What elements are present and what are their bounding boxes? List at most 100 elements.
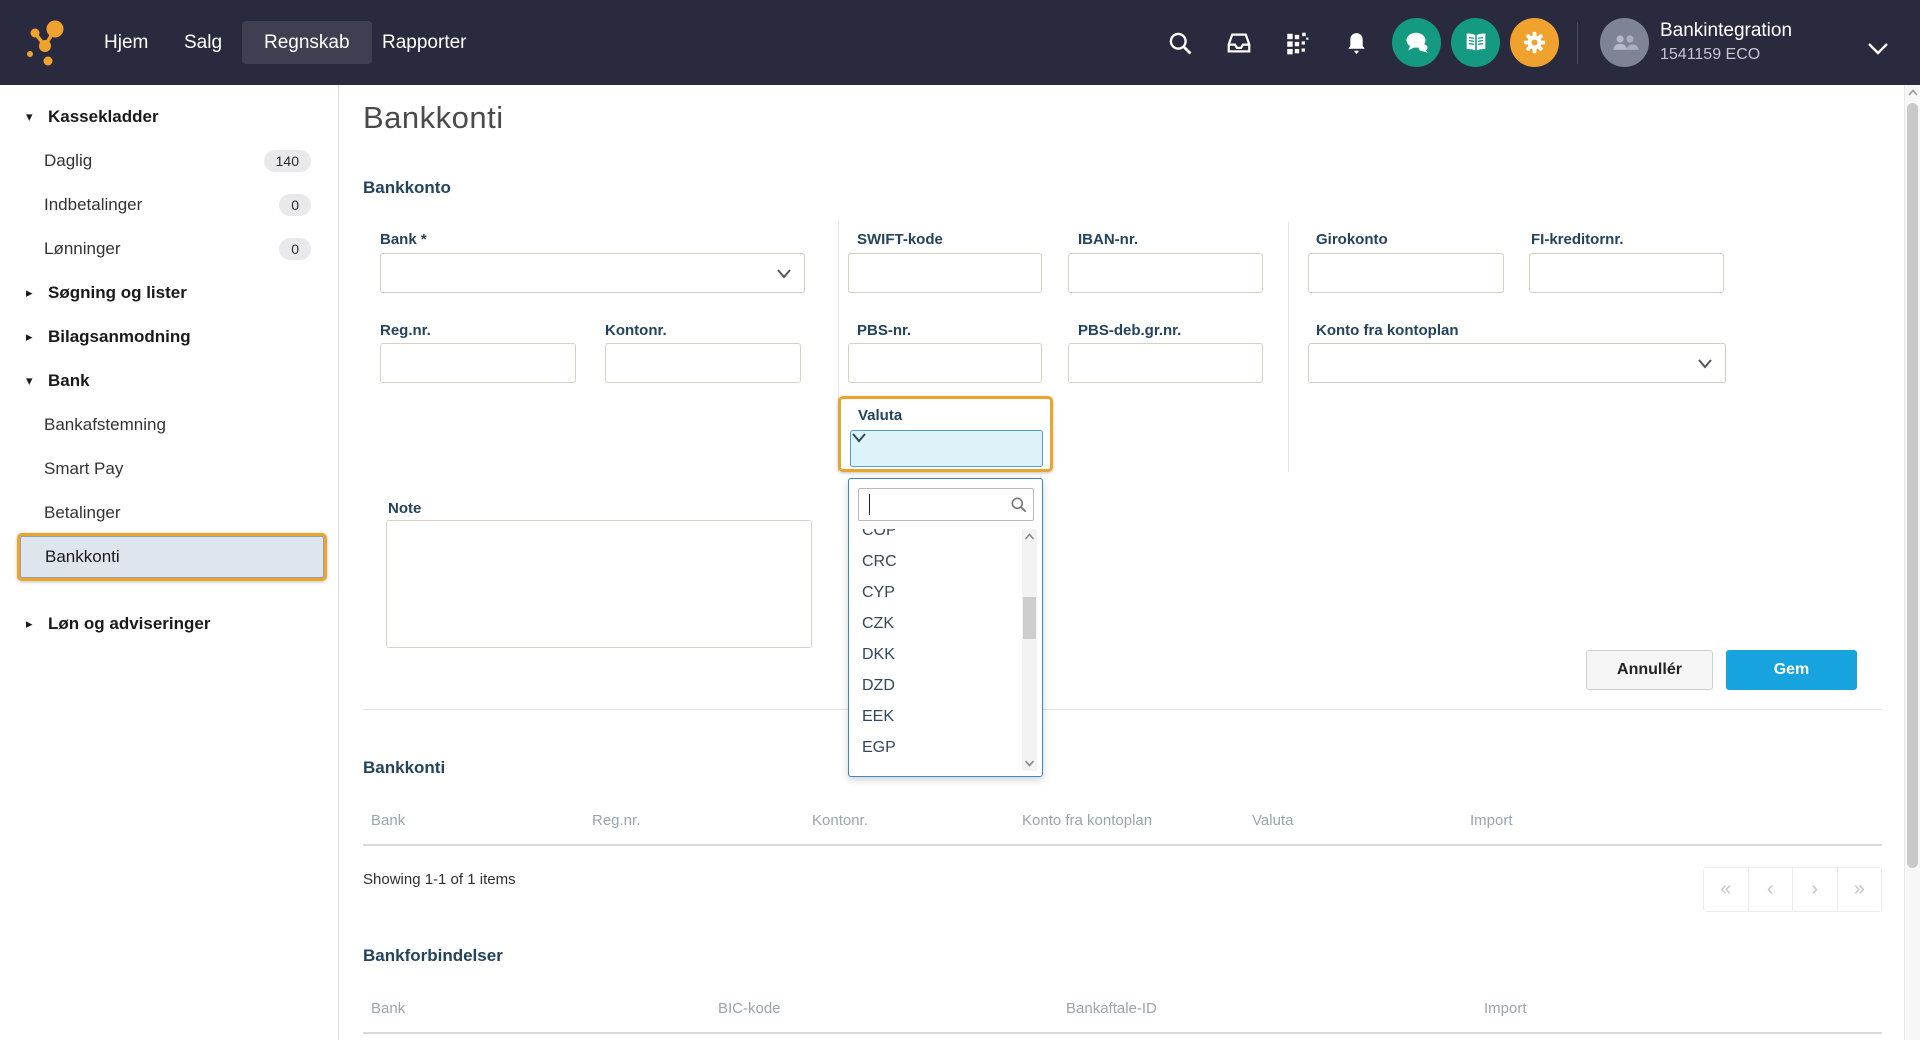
col-header-konto-fra-kontoplan: Konto fra kontoplan xyxy=(1022,812,1152,829)
sidebar-item-betalinger[interactable]: Betalinger xyxy=(0,491,339,535)
currency-option[interactable]: CZK xyxy=(850,608,1022,639)
valuta-select[interactable] xyxy=(850,430,1043,467)
pagination-last-button[interactable]: » xyxy=(1838,868,1882,911)
save-button[interactable]: Gem xyxy=(1726,650,1857,690)
valuta-search-input[interactable] xyxy=(858,488,1034,521)
triangle-collapsed-icon: ▸ xyxy=(26,285,42,301)
sidebar-group-sogning-og-lister[interactable]: ▸ Søgning og lister xyxy=(0,271,339,315)
konto-fra-kontoplan-select[interactable] xyxy=(1308,343,1726,383)
section-title-bankkonto: Bankkonto xyxy=(363,178,451,198)
nav-item-hjem[interactable]: Hjem xyxy=(100,0,152,85)
sidebar-group-bank[interactable]: ▾ Bank xyxy=(0,359,339,403)
chevron-down-icon xyxy=(1697,357,1713,375)
chevron-down-icon xyxy=(776,267,792,285)
reg-nr-input[interactable] xyxy=(380,343,576,383)
currency-option[interactable]: COP xyxy=(850,529,1022,546)
logo-molecule-icon xyxy=(22,18,70,68)
badge-count: 140 xyxy=(264,150,311,172)
showing-items-text: Showing 1-1 of 1 items xyxy=(363,871,516,888)
settings-gear-icon[interactable] xyxy=(1510,18,1559,67)
avatar[interactable] xyxy=(1600,18,1649,67)
kontonr-input[interactable] xyxy=(605,343,801,383)
scrollbar-thumb[interactable] xyxy=(1907,103,1918,868)
inbox-icon[interactable] xyxy=(1224,28,1254,58)
col-header-bank: Bank xyxy=(371,1000,405,1017)
section-title-bankforbindelser: Bankforbindelser xyxy=(363,946,503,966)
label-note: Note xyxy=(388,500,421,517)
scrollbar-thumb[interactable] xyxy=(1023,597,1036,639)
currency-option[interactable]: EGP xyxy=(850,732,1022,763)
user-name: Bankintegration xyxy=(1660,20,1792,42)
scroll-down-icon[interactable] xyxy=(1023,755,1036,771)
label-girokonto: Girokonto xyxy=(1316,231,1388,248)
pagination-prev-button[interactable]: ‹ xyxy=(1749,868,1794,911)
cancel-button[interactable]: Annullér xyxy=(1586,650,1713,690)
col-header-import: Import xyxy=(1484,1000,1527,1017)
badge-count: 0 xyxy=(279,238,311,260)
dropdown-scrollbar[interactable] xyxy=(1022,529,1037,771)
col-header-valuta: Valuta xyxy=(1252,812,1293,829)
sidebar-item-indbetalinger[interactable]: Indbetalinger 0 xyxy=(0,183,339,227)
fi-kreditornr-input[interactable] xyxy=(1529,253,1724,293)
sidebar-item-daglig[interactable]: Daglig 140 xyxy=(0,139,339,183)
triangle-expanded-icon: ▾ xyxy=(26,373,42,389)
label-pbs-nr: PBS-nr. xyxy=(857,322,911,339)
girokonto-input[interactable] xyxy=(1308,253,1504,293)
scroll-up-icon[interactable] xyxy=(1907,87,1919,99)
sidebar-item-bankkonti[interactable]: Bankkonti xyxy=(20,536,324,578)
chat-icon[interactable] xyxy=(1392,18,1441,67)
currency-list: COP CRC CYP CZK DKK DZD EEK EGP ETB xyxy=(850,529,1022,771)
bank-select[interactable] xyxy=(380,253,805,293)
table-header-divider xyxy=(363,844,1882,846)
col-header-bic-kode: BIC-kode xyxy=(718,1000,781,1017)
currency-option[interactable]: EEK xyxy=(850,701,1022,732)
triangle-collapsed-icon: ▸ xyxy=(26,329,42,345)
iban-nr-input[interactable] xyxy=(1068,253,1263,293)
note-textarea[interactable] xyxy=(386,520,812,648)
search-icon xyxy=(1009,495,1028,519)
currency-option[interactable]: ETB xyxy=(850,763,1022,771)
apps-grid-icon[interactable] xyxy=(1282,28,1312,58)
top-navbar: Hjem Salg Regnskab Rapporter xyxy=(0,0,1920,85)
sidebar-group-bilagsanmodning[interactable]: ▸ Bilagsanmodning xyxy=(0,315,339,359)
help-book-icon[interactable] xyxy=(1451,18,1500,67)
app-logo[interactable] xyxy=(22,18,70,73)
pagination-first-button[interactable]: « xyxy=(1704,868,1749,911)
pagination: « ‹ › » xyxy=(1703,867,1882,912)
pbs-nr-input[interactable] xyxy=(848,343,1042,383)
chevron-down-icon[interactable] xyxy=(1863,34,1893,64)
col-header-reg-nr: Reg.nr. xyxy=(592,812,640,829)
nav-item-salg[interactable]: Salg xyxy=(180,0,226,85)
col-header-kontonr: Kontonr. xyxy=(812,812,868,829)
sidebar-group-lon-og-adviseringer[interactable]: ▸ Løn og adviseringer xyxy=(0,602,339,646)
label-reg-nr: Reg.nr. xyxy=(380,322,431,339)
chevron-down-icon xyxy=(851,431,867,448)
sidebar-item-smart-pay[interactable]: Smart Pay xyxy=(0,447,339,491)
nav-item-regnskab-active[interactable]: Regnskab xyxy=(242,21,372,64)
label-kontonr: Kontonr. xyxy=(605,322,667,339)
search-icon[interactable] xyxy=(1165,28,1195,58)
sidebar-item-bankkonti-highlighted[interactable]: Bankkonti xyxy=(17,533,327,581)
currency-option[interactable]: DZD xyxy=(850,670,1022,701)
section-title-bankkonti-table: Bankkonti xyxy=(363,758,445,778)
currency-option[interactable]: DKK xyxy=(850,639,1022,670)
col-header-import: Import xyxy=(1470,812,1513,829)
bell-icon[interactable] xyxy=(1341,28,1371,58)
nav-item-rapporter[interactable]: Rapporter xyxy=(378,0,471,85)
page-scrollbar[interactable] xyxy=(1904,85,1920,1040)
scroll-up-icon[interactable] xyxy=(1023,529,1036,545)
sidebar-item-bankafstemning[interactable]: Bankafstemning xyxy=(0,403,339,447)
col-header-bank: Bank xyxy=(371,812,405,829)
label-iban-nr: IBAN-nr. xyxy=(1078,231,1138,248)
badge-count: 0 xyxy=(279,194,311,216)
sidebar-group-kassekladder[interactable]: ▾ Kassekladder xyxy=(0,95,339,139)
currency-option[interactable]: CRC xyxy=(850,546,1022,577)
label-pbs-deb-gr-nr: PBS-deb.gr.nr. xyxy=(1078,322,1181,339)
label-bank: Bank * xyxy=(380,231,427,248)
pagination-next-button[interactable]: › xyxy=(1793,868,1838,911)
label-fi-kreditornr: FI-kreditornr. xyxy=(1531,231,1624,248)
pbs-deb-gr-nr-input[interactable] xyxy=(1068,343,1263,383)
sidebar-item-lonninger[interactable]: Lønninger 0 xyxy=(0,227,339,271)
swift-kode-input[interactable] xyxy=(848,253,1042,293)
currency-option[interactable]: CYP xyxy=(850,577,1022,608)
